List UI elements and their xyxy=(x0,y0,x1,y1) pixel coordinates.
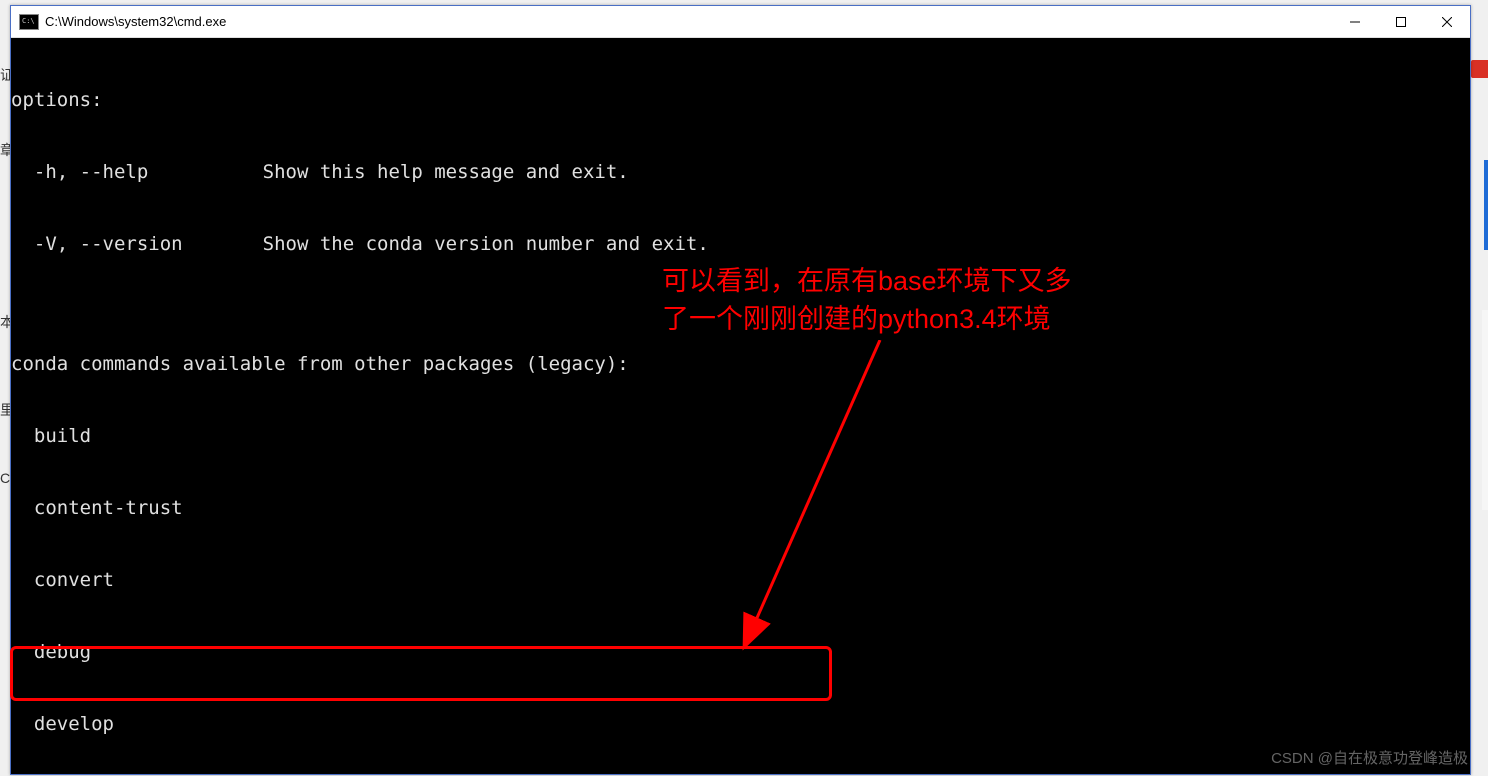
titlebar[interactable]: C:\Windows\system32\cmd.exe xyxy=(11,6,1470,38)
terminal-output: conda commands available from other pack… xyxy=(11,352,1470,376)
cmd-icon xyxy=(19,14,39,30)
terminal-output: debug xyxy=(11,640,1470,664)
window-controls xyxy=(1332,6,1470,37)
terminal-output: develop xyxy=(11,712,1470,736)
close-button[interactable] xyxy=(1424,6,1470,37)
cropped-background-right xyxy=(1471,0,1488,776)
terminal-area[interactable]: options: -h, --help Show this help messa… xyxy=(11,38,1470,774)
terminal-output: content-trust xyxy=(11,496,1470,520)
cmd-window: C:\Windows\system32\cmd.exe options: -h,… xyxy=(10,5,1471,775)
terminal-output: build xyxy=(11,424,1470,448)
maximize-button[interactable] xyxy=(1378,6,1424,37)
watermark: CSDN @自在极意功登峰造极 xyxy=(1271,747,1468,768)
terminal-output: convert xyxy=(11,568,1470,592)
cropped-background-left: 证 章 本 里 C xyxy=(0,0,10,776)
terminal-output: -h, --help Show this help message and ex… xyxy=(11,160,1470,184)
minimize-button[interactable] xyxy=(1332,6,1378,37)
terminal-output: -V, --version Show the conda version num… xyxy=(11,232,1470,256)
window-title: C:\Windows\system32\cmd.exe xyxy=(45,14,1332,29)
terminal-output: options: xyxy=(11,88,1470,112)
